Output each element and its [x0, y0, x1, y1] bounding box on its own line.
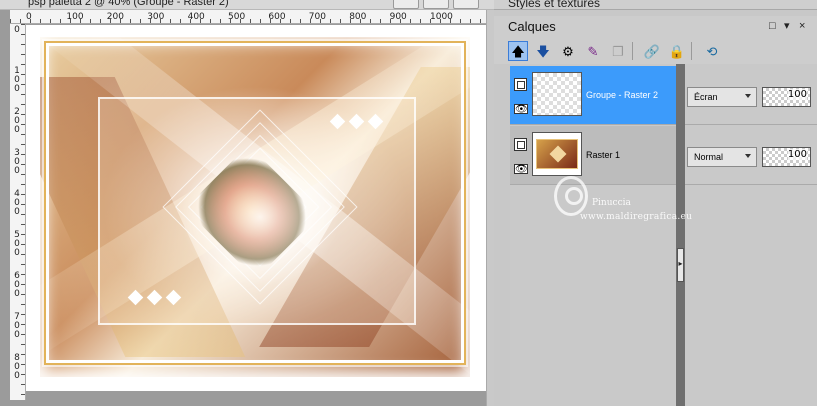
close-button[interactable]: [453, 0, 479, 9]
document-window: psp paletta 2 @ 40% (Groupe - Raster 2) …: [0, 0, 494, 406]
panel-menu-button[interactable]: ▾: [784, 21, 790, 32]
link-layers-icon[interactable]: 🔗: [642, 41, 662, 61]
vertical-ruler: 0 1 0 0 2 0 0 3 0 0 4 0 0 5 0 0 6 0 0 7 0 0 8 0 …: [10, 24, 26, 400]
styles-panel-title: Styles et textures: [508, 0, 601, 10]
blend-mode-value: Normal: [694, 152, 724, 162]
ruler-ticks: [21, 24, 25, 400]
eye-icon[interactable]: 👁: [514, 164, 528, 175]
layer-props-row: Écran 100: [685, 66, 817, 125]
panel-maximize-button[interactable]: □: [769, 21, 776, 32]
document-canvas[interactable]: [26, 25, 486, 391]
ruler-tick-label: 1 0 0: [14, 66, 20, 94]
eye-icon[interactable]: 👁: [514, 104, 528, 115]
layer-properties-icon[interactable]: ⚙: [558, 41, 578, 61]
ruler-tick-label: 800: [349, 12, 367, 22]
ruler-tick-label: 4 0 0: [14, 189, 20, 217]
ruler-tick-label: 700: [308, 12, 326, 22]
ruler-tick-label: 2 0 0: [14, 107, 20, 135]
ruler-tick-label: 500: [228, 12, 246, 22]
opacity-value: 100: [787, 89, 807, 100]
layers-panel-header: Calques □ ▾ ×: [494, 16, 817, 38]
layer-effects-icon[interactable]: ✎: [583, 41, 603, 61]
ruler-tick-label: 1000: [430, 12, 453, 22]
document-title: psp paletta 2 @ 40% (Groupe - Raster 2): [28, 0, 229, 8]
right-dock: Styles et textures Calques □ ▾ × 🡅 🡇 ⚙ ✎…: [494, 0, 817, 406]
layer-thumbnail: [532, 72, 582, 116]
toolbar-separator: [691, 42, 692, 60]
ruler-tick-label: 600: [268, 12, 286, 22]
layer-name: Groupe - Raster 2: [586, 90, 659, 100]
layer-name: Raster 1: [586, 150, 621, 160]
group-layer-icon: [514, 78, 527, 91]
watermark-name: Pinuccia: [592, 198, 631, 208]
ruler-tick-label: 400: [187, 12, 205, 22]
new-layer-below-icon[interactable]: 🡇: [533, 41, 553, 61]
panel-close-button[interactable]: ×: [799, 21, 805, 32]
artwork-image: [40, 37, 470, 377]
watermark-url: www.maldiregrafica.eu: [580, 212, 693, 222]
layers-toolbar: 🡅 🡇 ⚙ ✎ ❐ 🔗 🔒 ⟲: [494, 38, 817, 64]
new-layer-above-icon[interactable]: 🡅: [508, 41, 528, 61]
horizontal-ruler: 0 100 200 300 400 500 600 700 800 900 1000: [10, 10, 486, 24]
raster-layer-icon: [514, 138, 527, 151]
ruler-tick-label: 7 0 0: [14, 312, 20, 340]
watermark-logo: [554, 176, 588, 216]
ruler-tick-label: 0: [14, 25, 20, 35]
blend-mode-dropdown[interactable]: Écran: [687, 87, 757, 107]
opacity-field[interactable]: 100: [762, 87, 811, 107]
document-titlebar[interactable]: psp paletta 2 @ 40% (Groupe - Raster 2): [0, 0, 494, 10]
maximize-button[interactable]: [423, 0, 449, 9]
ruler-tick-label: 900: [389, 12, 407, 22]
minimize-button[interactable]: [393, 0, 419, 9]
ruler-tick-label: 0: [26, 12, 32, 22]
splitter-grip-icon[interactable]: ▸: [677, 248, 684, 282]
ruler-tick-label: 300: [147, 12, 165, 22]
layer-row[interactable]: 👁 Groupe - Raster 2: [510, 66, 676, 125]
ruler-tick-label: 8 0 0: [14, 353, 20, 381]
ruler-tick-label: 200: [106, 12, 124, 22]
chevron-down-icon: [745, 154, 751, 158]
lock-layer-icon[interactable]: 🔒: [667, 41, 687, 61]
artwork-outer-frame: [46, 43, 464, 363]
ruler-tick-label: 6 0 0: [14, 271, 20, 299]
ruler-tick-label: 5 0 0: [14, 230, 20, 258]
ruler-tick-label: 100: [66, 12, 84, 22]
opacity-value: 100: [787, 149, 807, 160]
blend-mode-dropdown[interactable]: Normal: [687, 147, 757, 167]
opacity-field[interactable]: 100: [762, 147, 811, 167]
styles-panel-header[interactable]: Styles et textures: [494, 0, 817, 10]
layer-thumbnail: [532, 132, 582, 176]
layers-panel-title: Calques: [508, 19, 556, 34]
vertical-scrollbar[interactable]: [486, 10, 494, 406]
watermark: Pinuccia www.maldiregrafica.eu: [554, 176, 754, 236]
duplicate-layer-icon[interactable]: ❐: [608, 41, 628, 61]
chevron-down-icon: [745, 94, 751, 98]
ruler-tick-label: 3 0 0: [14, 148, 20, 176]
layer-visibility-icon[interactable]: ⟲: [702, 41, 722, 61]
thumbnail-artwork: [536, 139, 578, 169]
toolbar-separator: [632, 42, 633, 60]
blend-mode-value: Écran: [694, 92, 718, 102]
